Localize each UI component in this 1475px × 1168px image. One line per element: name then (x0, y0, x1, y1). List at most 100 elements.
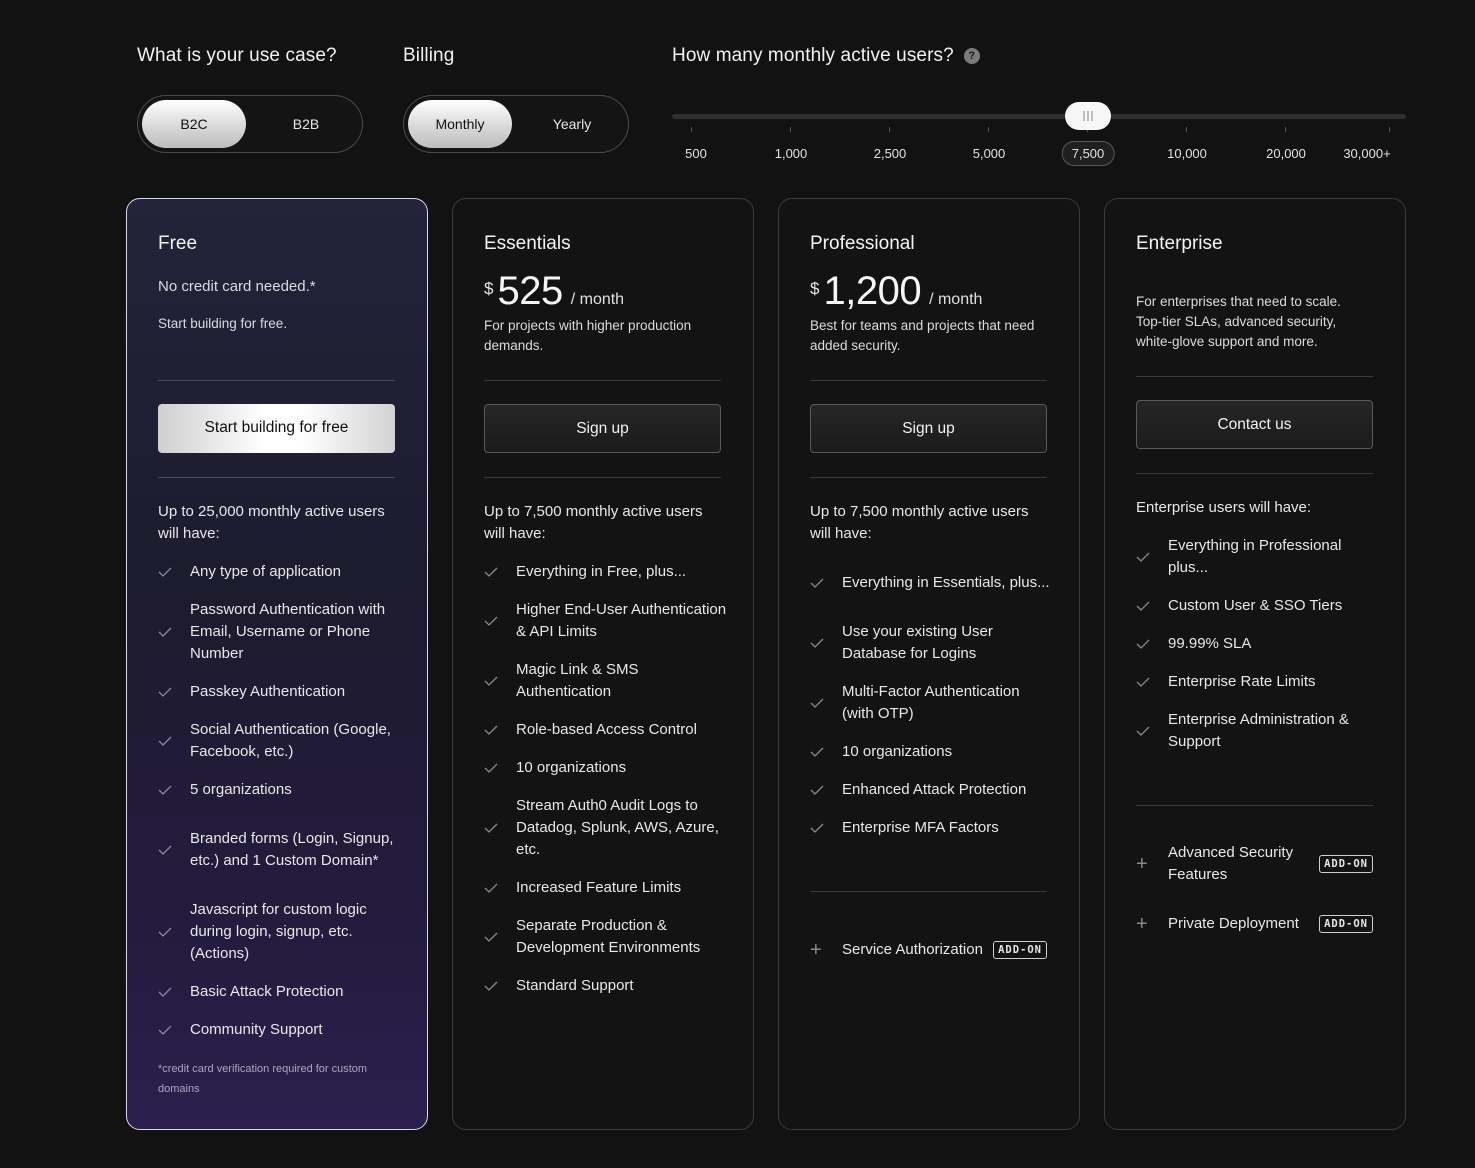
check-icon (484, 883, 516, 893)
check-icon (484, 725, 516, 735)
check-icon (158, 687, 190, 697)
slider-tick-label[interactable]: 5,000 (973, 146, 1006, 161)
plan-card-enterprise: Enterprise For enterprises that need to … (1104, 198, 1406, 1130)
feature-text: Branded forms (Login, Signup, etc.) and … (190, 830, 394, 869)
plus-icon: + (810, 938, 822, 961)
price-row: $ 525 / month (484, 269, 624, 314)
check-icon (1136, 726, 1168, 736)
feature-item: Enterprise MFA Factors (810, 817, 1055, 839)
question-circle-icon[interactable]: ? (963, 48, 980, 64)
check-icon (484, 616, 516, 626)
use-case-b2c-option[interactable]: B2C (142, 100, 246, 148)
slider-tick-label[interactable]: 1,000 (775, 146, 808, 161)
slider-tick-label[interactable]: 30,000+ (1343, 146, 1390, 161)
feature-item: Basic Attack Protection (158, 981, 403, 1003)
billing-monthly-option[interactable]: Monthly (408, 100, 512, 148)
slider-tick (889, 127, 890, 132)
slider-tick-label[interactable]: 500 (685, 146, 707, 161)
use-case-toggle[interactable]: B2C B2B (137, 95, 363, 153)
contact-us-button[interactable]: Contact us (1136, 400, 1373, 449)
plan-name: Professional (810, 233, 915, 254)
feature-item: Everything in Professional plus... (1136, 535, 1381, 579)
check-icon (158, 1025, 190, 1035)
plan-name: Free (158, 233, 198, 254)
feature-item: Everything in Free, plus... (484, 561, 729, 583)
feature-item: Javascript for custom logic during login… (158, 899, 403, 965)
feature-item: Higher End-User Authentication & API Lim… (484, 599, 729, 643)
use-case-b2b-option[interactable]: B2B (254, 100, 358, 148)
billing-toggle[interactable]: Monthly Yearly (403, 95, 629, 153)
slider-tick (790, 127, 791, 132)
slider-tick-label[interactable]: 20,000 (1266, 146, 1306, 161)
billing-label: Billing (403, 45, 455, 66)
plan-description: Start building for free. (158, 316, 288, 331)
billing-yearly-option[interactable]: Yearly (520, 100, 624, 148)
feature-item: Separate Production & Development Enviro… (484, 915, 729, 959)
price-amount: 1,200 (823, 269, 922, 313)
addon-label: Service Authorization (842, 941, 983, 958)
feature-text: Password Authentication with Email, User… (190, 601, 386, 662)
currency-symbol: $ (810, 279, 820, 298)
check-icon (810, 785, 842, 795)
feature-text: Javascript for custom logic during login… (190, 901, 367, 962)
check-icon (484, 567, 516, 577)
check-icon (1136, 677, 1168, 687)
check-icon (484, 932, 516, 942)
check-icon (158, 785, 190, 795)
users-slider-track[interactable] (672, 114, 1406, 119)
price-period: / month (929, 291, 983, 308)
feature-item: Custom User & SSO Tiers (1136, 595, 1381, 617)
users-slider-thumb[interactable] (1065, 102, 1111, 130)
users-label: How many monthly active users? (672, 45, 954, 66)
plan-description: Best for teams and projects that need ad… (810, 318, 1035, 353)
slider-tick (691, 127, 692, 132)
divider (158, 477, 395, 478)
slider-tick-label-selected[interactable]: 7,500 (1061, 141, 1115, 166)
feature-item: 99.99% SLA (1136, 633, 1381, 655)
price-period: / month (570, 291, 625, 308)
feature-item: Enhanced Attack Protection (810, 779, 1055, 801)
feature-text: Magic Link & SMS Authentication (516, 661, 639, 700)
slider-tick (1186, 127, 1187, 132)
check-icon (1136, 552, 1168, 562)
feature-item: Social Authentication (Google, Facebook,… (158, 719, 403, 763)
check-icon (484, 981, 516, 991)
divider (810, 380, 1047, 381)
sign-up-button[interactable]: Sign up (484, 404, 721, 453)
addon-badge: ADD-ON (1319, 855, 1373, 873)
check-icon (810, 747, 842, 757)
plan-description: For projects with higher production dema… (484, 318, 692, 353)
plan-name: Essentials (484, 233, 571, 254)
slider-tick-label[interactable]: 2,500 (874, 146, 907, 161)
check-icon (158, 845, 190, 855)
check-icon (484, 823, 516, 833)
addon-item: + Private Deployment ADD-ON (1136, 902, 1373, 946)
plan-tagline: No credit card needed.* (158, 278, 316, 295)
feature-item: Community Support (158, 1019, 403, 1041)
feature-text: Enterprise MFA Factors (842, 819, 999, 836)
feature-text: 5 organizations (190, 781, 292, 798)
features-heading: Enterprise users will have: (1136, 499, 1312, 516)
feature-text: Higher End-User Authentication & API Lim… (516, 601, 727, 640)
feature-item: Role-based Access Control (484, 719, 729, 741)
divider (158, 380, 395, 381)
feature-item: Use your existing User Database for Logi… (810, 621, 1055, 665)
feature-item: Magic Link & SMS Authentication (484, 659, 729, 703)
feature-item: Enterprise Rate Limits (1136, 671, 1381, 693)
footnote: *credit card verification required for c… (158, 1063, 368, 1095)
check-icon (158, 736, 190, 746)
feature-item: Multi-Factor Authentication (with OTP) (810, 681, 1055, 725)
plan-card-free: Free No credit card needed.* Start build… (126, 198, 428, 1130)
check-icon (484, 763, 516, 773)
feature-item: Enterprise Administration & Support (1136, 709, 1381, 753)
start-building-button[interactable]: Start building for free (158, 404, 395, 453)
plan-card-professional: Professional $ 1,200 / month Best for te… (778, 198, 1080, 1130)
addon-label: Advanced Security Features (1168, 844, 1294, 883)
feature-text: Multi-Factor Authentication (with OTP) (842, 683, 1020, 722)
feature-item: 10 organizations (484, 757, 729, 779)
feature-text: Everything in Free, plus... (516, 563, 687, 580)
features-heading: Up to 25,000 monthly active users will h… (158, 503, 385, 542)
slider-tick-label[interactable]: 10,000 (1167, 146, 1207, 161)
use-case-label: What is your use case? (137, 45, 337, 66)
sign-up-button[interactable]: Sign up (810, 404, 1047, 453)
